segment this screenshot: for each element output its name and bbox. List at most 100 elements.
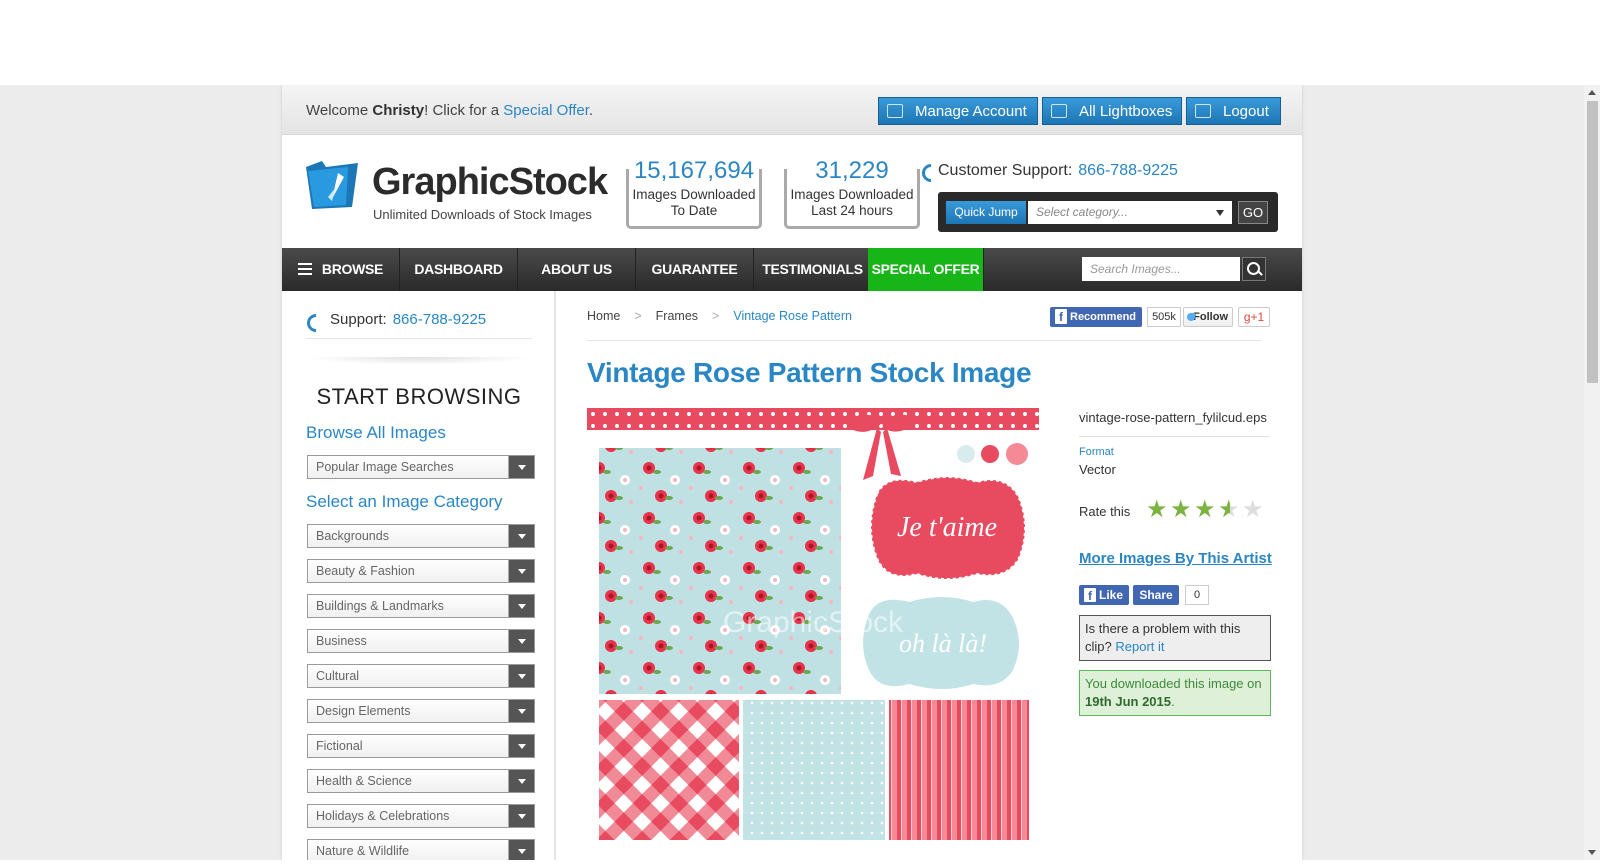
all-lightboxes-button[interactable]: All Lightboxes xyxy=(1042,97,1182,125)
special-offer-link[interactable]: Special Offer xyxy=(503,102,589,119)
category-dropdown-holidays[interactable]: Holidays & Celebrations xyxy=(307,804,535,828)
chevron-down-icon xyxy=(508,665,534,687)
chevron-right-icon: > xyxy=(712,309,720,323)
logo-text[interactable]: GraphicStock xyxy=(372,161,608,204)
search-input[interactable]: Search Images... xyxy=(1082,257,1240,281)
facebook-recommend-button[interactable]: Recommend xyxy=(1050,307,1142,327)
stat-total-label: Images Downloaded To Date xyxy=(632,187,756,218)
divider xyxy=(1079,436,1269,437)
watermark-text: GraphicStock xyxy=(723,606,904,639)
report-problem-box: Is there a problem with this clip? Repor… xyxy=(1079,615,1271,661)
menu-icon xyxy=(297,263,312,275)
quick-jump-bar: Quick Jump Select category... GO xyxy=(938,192,1278,232)
main-nav: BROWSE DASHBOARD ABOUT US GUARANTEE TEST… xyxy=(282,248,1302,291)
nav-special-offer[interactable]: SPECIAL OFFER xyxy=(868,248,984,291)
nav-browse[interactable]: BROWSE xyxy=(282,248,400,291)
share-count: 0 xyxy=(1185,585,1209,605)
facebook-share-button[interactable]: Share xyxy=(1133,585,1179,605)
nav-about-us[interactable]: ABOUT US xyxy=(518,248,636,291)
category-dropdown-fictional[interactable]: Fictional xyxy=(307,734,535,758)
downloaded-notice: You downloaded this image on 19th Jun 20… xyxy=(1079,670,1271,716)
bottom-strip xyxy=(0,860,1600,868)
stat-24h-downloads: 31,229 Images Downloaded Last 24 hours xyxy=(784,157,920,229)
go-button[interactable]: GO xyxy=(1238,201,1268,224)
category-dropdown-health[interactable]: Health & Science xyxy=(307,769,535,793)
nav-dashboard[interactable]: DASHBOARD xyxy=(400,248,518,291)
breadcrumb-current[interactable]: Vintage Rose Pattern xyxy=(733,309,852,323)
logout-button[interactable]: Logout xyxy=(1186,97,1281,125)
format-value: Vector xyxy=(1079,462,1116,477)
scroll-down-icon[interactable] xyxy=(1588,850,1596,855)
search-icon[interactable] xyxy=(1242,257,1266,281)
star-icon[interactable]: ★ xyxy=(1146,498,1170,522)
rate-label: Rate this xyxy=(1079,504,1131,519)
manage-account-button[interactable]: Manage Account xyxy=(878,97,1038,125)
vertical-scrollbar[interactable] xyxy=(1584,85,1600,860)
star-icon[interactable]: ★ xyxy=(1194,498,1218,522)
category-select[interactable]: Select category... xyxy=(1028,201,1232,224)
scrollbar-thumb[interactable] xyxy=(1587,101,1598,383)
quick-jump-button[interactable]: Quick Jump xyxy=(946,201,1026,224)
chevron-down-icon xyxy=(508,840,534,860)
category-dropdown-buildings[interactable]: Buildings & Landmarks xyxy=(307,594,535,618)
category-dropdown-beauty[interactable]: Beauty & Fashion xyxy=(307,559,535,583)
category-dropdown-cultural[interactable]: Cultural xyxy=(307,664,535,688)
chevron-down-icon xyxy=(508,456,534,478)
welcome-message: Welcome Christy! Click for a Special Off… xyxy=(306,102,593,119)
nav-guarantee[interactable]: GUARANTEE xyxy=(636,248,754,291)
stat-24h-number: 31,229 xyxy=(787,157,917,185)
popular-searches-dropdown[interactable]: Popular Image Searches xyxy=(307,455,535,479)
chevron-down-icon xyxy=(508,700,534,722)
customer-support: Customer Support: 866-788-9225 xyxy=(938,162,1178,180)
format-label: Format xyxy=(1079,446,1114,458)
top-bar: Welcome Christy! Click for a Special Off… xyxy=(282,85,1302,135)
star-empty-icon[interactable]: ★ xyxy=(1242,498,1266,522)
sidebar-support-phone: 866-788-9225 xyxy=(392,311,487,328)
welcome-mid: ! Click for a xyxy=(424,102,504,119)
sidebar-support: Support: 866-788-9225 xyxy=(330,311,487,328)
category-dropdown-design[interactable]: Design Elements xyxy=(307,699,535,723)
category-dropdown-nature[interactable]: Nature & Wildlife xyxy=(307,839,535,860)
breadcrumb: Home > Frames > Vintage Rose Pattern xyxy=(587,309,866,323)
rating-stars: ★ ★ ★ ★ ★ xyxy=(1146,498,1266,522)
facebook-like-button[interactable]: Like xyxy=(1079,585,1129,605)
graphicstock-logo-icon[interactable] xyxy=(302,157,362,213)
report-link[interactable]: Report it xyxy=(1115,639,1164,654)
download-icon xyxy=(1051,104,1067,118)
nav-testimonials[interactable]: TESTIMONIALS xyxy=(754,248,872,291)
chevron-down-icon xyxy=(508,770,534,792)
stat-24h-label: Images Downloaded Last 24 hours xyxy=(790,187,914,218)
chevron-down-icon xyxy=(508,805,534,827)
start-browsing-heading: START BROWSING xyxy=(316,384,522,409)
sidebar: Support: 866-788-9225 START BROWSING Brow… xyxy=(282,291,556,860)
chevron-down-icon xyxy=(508,560,534,582)
stat-total-downloads: 15,167,694 Images Downloaded To Date xyxy=(626,157,762,229)
divider-shadow xyxy=(306,357,532,365)
logo-tagline: Unlimited Downloads of Stock Images xyxy=(373,207,592,222)
select-category-heading: Select an Image Category xyxy=(306,492,503,511)
chevron-down-icon xyxy=(508,595,534,617)
phone-icon xyxy=(303,310,329,336)
stat-total-number: 15,167,694 xyxy=(629,157,759,185)
scroll-up-icon[interactable] xyxy=(1588,90,1596,95)
support-label: Customer Support: xyxy=(938,162,1073,179)
divider xyxy=(587,340,1262,341)
star-icon[interactable]: ★ xyxy=(1170,498,1194,522)
account-icon xyxy=(887,104,903,118)
breadcrumb-home[interactable]: Home xyxy=(587,309,620,323)
je-taime-text: Je t'aime xyxy=(897,512,997,543)
welcome-prefix: Welcome xyxy=(306,102,373,119)
chevron-right-icon: > xyxy=(634,309,642,323)
stock-image-preview[interactable]: Je t'aime oh là là! GraphicStock xyxy=(587,408,1039,840)
twitter-follow-button[interactable]: Follow xyxy=(1183,307,1233,327)
star-half-icon[interactable]: ★ xyxy=(1218,498,1242,522)
google-plus-button[interactable]: g+1 xyxy=(1238,307,1270,327)
category-dropdown-business[interactable]: Business xyxy=(307,629,535,653)
breadcrumb-frames[interactable]: Frames xyxy=(656,309,698,323)
page-viewport: Welcome Christy! Click for a Special Off… xyxy=(0,85,1584,860)
chevron-down-icon xyxy=(508,735,534,757)
category-dropdown-backgrounds[interactable]: Backgrounds xyxy=(307,524,535,548)
chevron-down-icon xyxy=(508,525,534,547)
more-by-artist-link[interactable]: More Images By This Artist xyxy=(1079,550,1272,567)
browse-all-link[interactable]: Browse All Images xyxy=(306,423,446,443)
